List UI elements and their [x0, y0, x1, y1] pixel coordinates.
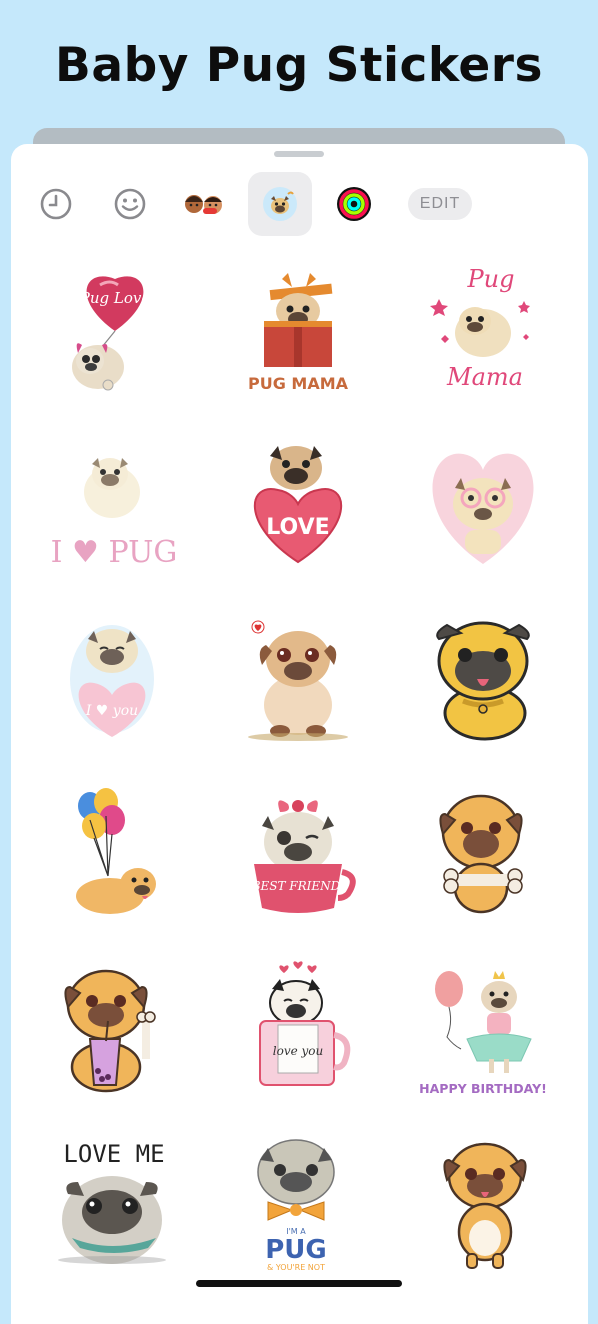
pug-sitting-sticker [248, 620, 348, 741]
sticker-pug-standing[interactable] [409, 1129, 559, 1279]
sticker-pug-tongue-out[interactable] [409, 604, 559, 754]
sticker-pug-love-heart[interactable]: LOVE [224, 429, 374, 579]
sticker-pug-i-love-you[interactable]: I ♥ you [40, 604, 190, 754]
pug-glasses-heart-sticker [432, 453, 534, 564]
sticker-text: I ♥ PUG [51, 535, 178, 570]
pug-love-heart-sticker: LOVE [254, 446, 342, 564]
sticker-text: HAPPY BIRTHDAY! [419, 1081, 547, 1096]
activity-button[interactable] [322, 172, 386, 236]
sticker-text-bottom: Mama [446, 363, 523, 391]
memoji-button[interactable] [172, 172, 236, 236]
sticker-text: love you [273, 1044, 324, 1058]
sticker-pug-mama-stars[interactable]: Pug Mama [409, 254, 559, 404]
sticker-pug-happy-birthday[interactable]: HAPPY BIRTHDAY! [409, 954, 559, 1104]
smiley-face-icon [114, 188, 146, 220]
sticker-text: LOVE [266, 515, 329, 540]
sticker-text-main: PUG [265, 1235, 327, 1265]
sticker-text: LOVE ME [63, 1140, 164, 1168]
sticker-pug-balloons[interactable] [40, 779, 190, 929]
sticker-pug-love-balloon[interactable]: Pug Love [40, 254, 190, 404]
sticker-text: BEST FRIEND [251, 879, 341, 893]
i-love-pug-sticker: I ♥ PUG [51, 458, 178, 570]
pug-love-balloon-sticker: Pug Love [72, 276, 151, 391]
pug-happy-birthday-sticker: HAPPY BIRTHDAY! [419, 971, 547, 1096]
sticker-pug-sitting-heart-bubble[interactable] [224, 604, 374, 754]
activity-rings-icon [337, 187, 371, 221]
sticker-pug-mama-gift-box[interactable]: PUG MAMA [224, 254, 374, 404]
emoji-button[interactable] [98, 172, 162, 236]
memoji-pack-icon [185, 195, 222, 214]
pug-balloons-sticker [76, 788, 156, 914]
sticker-pug-bubble-tea[interactable] [40, 954, 190, 1104]
drawer-grabber[interactable] [274, 151, 324, 157]
pug-tongue-out-sticker [436, 621, 530, 741]
sticker-pug-best-friend-cup[interactable]: BEST FRIEND [224, 779, 374, 929]
sticker-im-a-pug[interactable]: I'M A PUG & YOU'RE NOT [224, 1129, 374, 1279]
sticker-pug-love-you-mug[interactable]: love you [224, 954, 374, 1104]
pug-best-friend-cup-sticker: BEST FRIEND [251, 800, 356, 913]
pug-love-you-mug-sticker: love you [259, 961, 351, 1086]
pug-pack-icon [263, 187, 297, 221]
sticker-text: PUG MAMA [248, 374, 349, 393]
im-a-pug-sticker: I'M A PUG & YOU'RE NOT [257, 1139, 335, 1272]
pug-bubble-tea-sticker [64, 969, 156, 1093]
home-indicator[interactable] [196, 1280, 402, 1287]
sticker-pug-bone[interactable] [409, 779, 559, 929]
sticker-text: I ♥ you [85, 703, 138, 719]
page-title: Baby Pug Stickers [55, 38, 543, 93]
pug-standing-sticker [443, 1142, 527, 1269]
pug-bone-sticker [439, 794, 523, 914]
sticker-pug-love-me[interactable]: LOVE ME [40, 1129, 190, 1279]
edit-button[interactable]: EDIT [408, 188, 472, 220]
pug-sticker-pack-button[interactable] [248, 172, 312, 236]
app-toolbar: EDIT [11, 172, 588, 236]
recent-stickers-button[interactable] [24, 172, 88, 236]
pug-love-me-sticker: LOVE ME [58, 1140, 166, 1264]
pug-mama-gift-sticker: PUG MAMA [248, 273, 349, 393]
recent-clock-icon [40, 188, 72, 220]
sticker-pug-glasses-heart[interactable] [409, 429, 559, 579]
pug-mama-stars-sticker: Pug Mama [430, 265, 530, 391]
sticker-drawer: EDIT Pug Love PUG MAMA Pug Mama I ♥ PUG … [11, 144, 588, 1324]
sticker-i-love-pug[interactable]: I ♥ PUG [40, 429, 190, 579]
sticker-text-bottom: & YOU'RE NOT [267, 1263, 325, 1272]
sticker-text-top: Pug [467, 265, 515, 293]
sticker-text: Pug Love [79, 289, 151, 307]
pug-i-love-you-sticker: I ♥ you [70, 625, 154, 737]
